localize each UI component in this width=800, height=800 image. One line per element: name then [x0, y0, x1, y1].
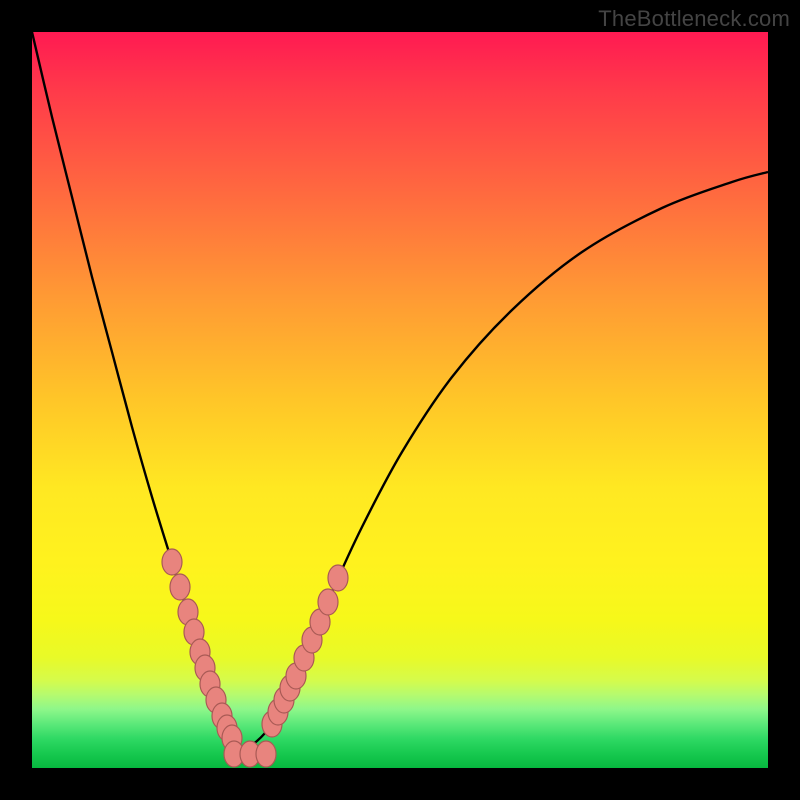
watermark-text: TheBottleneck.com	[598, 6, 790, 32]
bead-marker	[162, 549, 182, 575]
bottleneck-curve	[32, 32, 768, 768]
plot-area	[32, 32, 768, 768]
bead-marker	[318, 589, 338, 615]
curve-left-branch	[32, 32, 242, 750]
frame: TheBottleneck.com	[0, 0, 800, 800]
bead-marker	[328, 565, 348, 591]
curve-right-branch	[242, 172, 768, 750]
bead-marker	[256, 741, 276, 767]
bead-marker	[170, 574, 190, 600]
